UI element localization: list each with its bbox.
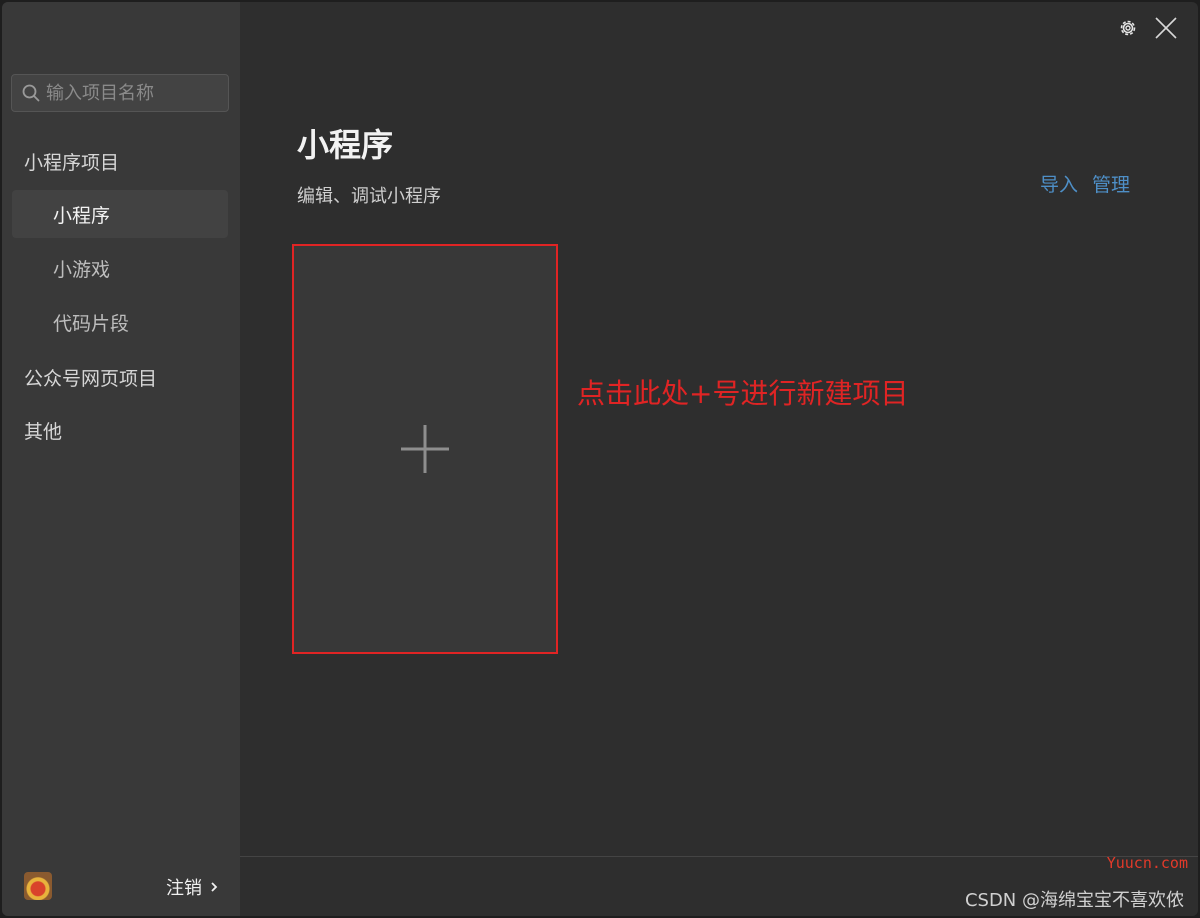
plus-icon [401, 425, 449, 473]
chevron-right-icon [211, 882, 218, 892]
sidebar-item-code-snippets[interactable]: 代码片段 [12, 298, 228, 346]
annotation-text: 点击此处+号进行新建项目 [577, 377, 909, 410]
search-icon [22, 84, 40, 102]
page-subtitle: 编辑、调试小程序 [297, 186, 441, 207]
search-input[interactable] [46, 82, 216, 104]
sidebar-item-minigame[interactable]: 小游戏 [12, 244, 228, 292]
page-title: 小程序 [297, 126, 394, 164]
header-actions: 导入 管理 [1040, 170, 1130, 197]
group-official-account-web[interactable]: 公众号网页项目 [24, 364, 157, 391]
devtools-window: 小程序项目 小程序 小游戏 代码片段 公众号网页项目 其他 注销 小程序 编 [2, 2, 1198, 916]
watermark-site: Yuucn.com [1106, 854, 1188, 872]
group-others[interactable]: 其他 [24, 417, 62, 444]
new-project-card[interactable] [292, 244, 558, 654]
main-panel: 小程序 编辑、调试小程序 导入 管理 点击此处+号进行新建项目 [240, 2, 1198, 916]
watermark-author: CSDN @海绵宝宝不喜欢侬 [964, 890, 1184, 911]
gear-icon[interactable] [1118, 18, 1138, 38]
group-miniprogram-projects[interactable]: 小程序项目 [24, 148, 119, 175]
search-box[interactable] [11, 74, 229, 112]
import-link[interactable]: 导入 [1040, 170, 1078, 197]
logout-button[interactable]: 注销 [166, 874, 218, 900]
sidebar: 小程序项目 小程序 小游戏 代码片段 公众号网页项目 其他 注销 [2, 2, 240, 916]
logout-label: 注销 [166, 878, 202, 899]
sidebar-footer: 注销 [2, 856, 240, 916]
manage-link[interactable]: 管理 [1092, 170, 1130, 197]
close-icon[interactable] [1154, 16, 1178, 40]
avatar[interactable] [24, 872, 52, 900]
sidebar-item-miniprogram[interactable]: 小程序 [12, 190, 228, 238]
